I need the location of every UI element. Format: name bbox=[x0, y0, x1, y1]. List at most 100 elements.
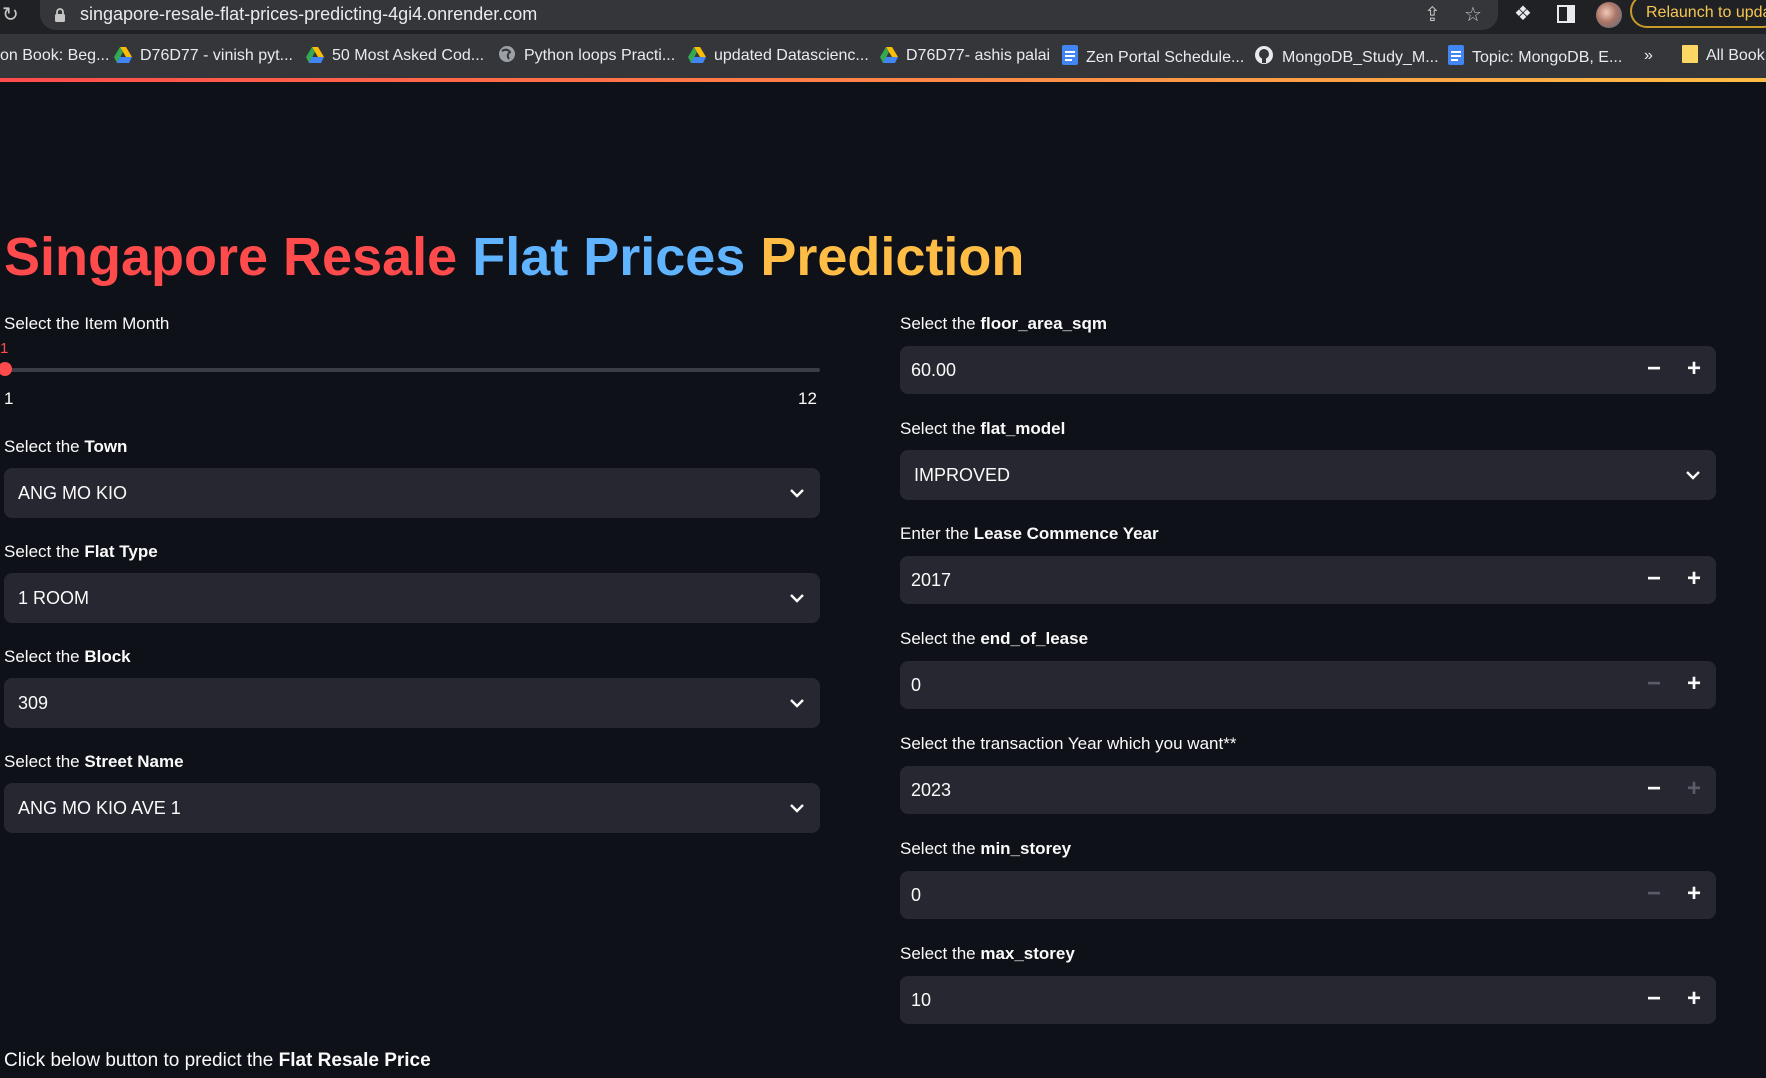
increment-button[interactable]: + bbox=[1674, 976, 1714, 1024]
block-select[interactable]: 309 bbox=[4, 678, 820, 728]
label-prefix: Select the bbox=[900, 629, 981, 648]
label-bold: min_storey bbox=[980, 839, 1072, 858]
all-bookmarks[interactable]: All Book bbox=[1682, 45, 1765, 67]
bookmark-label: 50 Most Asked Cod... bbox=[332, 47, 485, 64]
block-label: Select the Block bbox=[4, 646, 131, 668]
street-label: Select the Street Name bbox=[4, 751, 184, 773]
decrement-button[interactable]: − bbox=[1634, 766, 1674, 814]
decrement-button[interactable]: − bbox=[1634, 556, 1674, 604]
label-prefix: Select the bbox=[4, 647, 85, 666]
town-select[interactable]: ANG MO KIO bbox=[4, 468, 820, 518]
bookmark-item[interactable]: 50 Most Asked Cod... bbox=[306, 45, 484, 67]
end-of-lease-input[interactable]: 0 − + bbox=[900, 661, 1716, 709]
bookmark-label: Python loops Practi... bbox=[524, 47, 676, 64]
floor-area-input[interactable]: 60.00 − + bbox=[900, 346, 1716, 394]
predict-hint: Click below button to predict the Flat R… bbox=[4, 1049, 431, 1073]
min-storey-label: Select the min_storey bbox=[900, 838, 1071, 860]
increment-button[interactable]: + bbox=[1674, 346, 1714, 394]
increment-button[interactable]: + bbox=[1674, 766, 1714, 814]
share-icon[interactable]: ⇪ bbox=[1424, 4, 1441, 26]
page-title: Singapore Resale Flat Prices Prediction bbox=[4, 226, 1024, 288]
chevron-down-icon bbox=[790, 804, 804, 813]
star-icon[interactable]: ☆ bbox=[1464, 4, 1482, 26]
page-loading-bar bbox=[0, 78, 1766, 82]
month-slider-track[interactable] bbox=[4, 368, 820, 372]
label-bold: end_of_lease bbox=[980, 629, 1089, 648]
drive-icon bbox=[880, 47, 898, 63]
drive-icon bbox=[306, 47, 324, 63]
chevron-down-icon bbox=[790, 489, 804, 498]
hint-bold: Flat Resale Price bbox=[278, 1050, 431, 1071]
folder-icon bbox=[1682, 45, 1698, 63]
browser-toolbar: ↻ singapore-resale-flat-prices-predictin… bbox=[0, 0, 1766, 34]
bookmark-label: All Book bbox=[1706, 47, 1765, 64]
reload-icon[interactable]: ↻ bbox=[2, 4, 19, 26]
hint-prefix: Click below button to predict the bbox=[4, 1050, 279, 1071]
bookmark-label: on Book: Beg... bbox=[0, 47, 110, 64]
transaction-year-value: 2023 bbox=[911, 780, 952, 800]
docs-icon bbox=[1062, 45, 1078, 65]
bookmarks-bar: on Book: Beg... D76D77 - vinish pyt... 5… bbox=[0, 34, 1766, 78]
github-icon bbox=[1255, 46, 1273, 64]
decrement-button[interactable]: − bbox=[1634, 661, 1674, 709]
extensions-icon[interactable]: ❖ bbox=[1514, 3, 1532, 25]
bookmark-item[interactable]: on Book: Beg... bbox=[0, 45, 109, 67]
month-slider-current-value: 1 bbox=[0, 340, 9, 357]
transaction-year-label: Select the transaction Year which you wa… bbox=[900, 734, 1237, 753]
lock-icon bbox=[55, 8, 65, 22]
town-label: Select the Town bbox=[4, 436, 127, 458]
more-bookmarks-chevron[interactable]: » bbox=[1644, 45, 1653, 67]
title-part-2: Flat Prices bbox=[472, 227, 746, 287]
increment-button[interactable]: + bbox=[1674, 556, 1714, 604]
street-select[interactable]: ANG MO KIO AVE 1 bbox=[4, 783, 820, 833]
bookmark-item[interactable]: Zen Portal Schedule... bbox=[1062, 45, 1244, 69]
lease-year-input[interactable]: 2017 − + bbox=[900, 556, 1716, 604]
bookmark-item[interactable]: D76D77- ashis palai bbox=[880, 45, 1050, 67]
transaction-year-input[interactable]: 2023 − + bbox=[900, 766, 1716, 814]
profile-avatar[interactable] bbox=[1596, 2, 1622, 28]
url-text: singapore-resale-flat-prices-predicting-… bbox=[80, 4, 538, 24]
bookmark-label: Topic: MongoDB, E... bbox=[1472, 49, 1623, 66]
label-bold: Town bbox=[84, 437, 128, 456]
town-select-value: ANG MO KIO bbox=[18, 483, 128, 503]
side-panel-icon[interactable] bbox=[1556, 4, 1576, 24]
globe-icon bbox=[499, 46, 515, 62]
month-slider-thumb[interactable] bbox=[0, 362, 12, 376]
bookmark-item[interactable]: Topic: MongoDB, E... bbox=[1448, 45, 1622, 69]
bookmark-item[interactable]: D76D77 - vinish pyt... bbox=[114, 45, 293, 67]
increment-button[interactable]: + bbox=[1674, 661, 1714, 709]
label-prefix: Select the bbox=[900, 944, 981, 963]
decrement-button[interactable]: − bbox=[1634, 976, 1674, 1024]
relaunch-button[interactable]: Relaunch to updat bbox=[1630, 0, 1766, 28]
bookmark-label: D76D77- ashis palai bbox=[906, 47, 1051, 64]
flat-model-select[interactable]: IMPROVED bbox=[900, 450, 1716, 500]
decrement-button[interactable]: − bbox=[1634, 871, 1674, 919]
bookmark-label: MongoDB_Study_M... bbox=[1282, 49, 1439, 66]
min-storey-input[interactable]: 0 − + bbox=[900, 871, 1716, 919]
bookmark-item[interactable]: Python loops Practi... bbox=[498, 45, 675, 67]
street-select-value: ANG MO KIO AVE 1 bbox=[18, 798, 181, 818]
label-prefix: Select the bbox=[900, 839, 981, 858]
month-slider-min: 1 bbox=[4, 389, 14, 408]
flat-model-select-value: IMPROVED bbox=[914, 465, 1011, 485]
max-storey-label: Select the max_storey bbox=[900, 943, 1075, 965]
increment-button[interactable]: + bbox=[1674, 871, 1714, 919]
label-prefix: Select the bbox=[900, 419, 981, 438]
max-storey-input[interactable]: 10 − + bbox=[900, 976, 1716, 1024]
chevron-down-icon bbox=[790, 699, 804, 708]
docs-icon bbox=[1448, 45, 1464, 65]
flat-type-select[interactable]: 1 ROOM bbox=[4, 573, 820, 623]
decrement-button[interactable]: − bbox=[1634, 346, 1674, 394]
drive-icon bbox=[688, 47, 706, 63]
flat-model-label: Select the flat_model bbox=[900, 418, 1065, 440]
min-storey-value: 0 bbox=[911, 885, 922, 905]
bookmark-item[interactable]: MongoDB_Study_M... bbox=[1254, 45, 1439, 69]
label-prefix: Select the bbox=[900, 314, 981, 333]
label-bold: max_storey bbox=[980, 944, 1075, 963]
label-prefix: Select the bbox=[4, 437, 85, 456]
label-bold: flat_model bbox=[980, 419, 1066, 438]
address-bar[interactable]: singapore-resale-flat-prices-predicting-… bbox=[40, 0, 1498, 30]
title-part-1: Singapore Resale bbox=[4, 227, 458, 287]
bookmark-item[interactable]: updated Datascienc... bbox=[688, 45, 869, 67]
bookmark-label: D76D77 - vinish pyt... bbox=[140, 47, 293, 64]
